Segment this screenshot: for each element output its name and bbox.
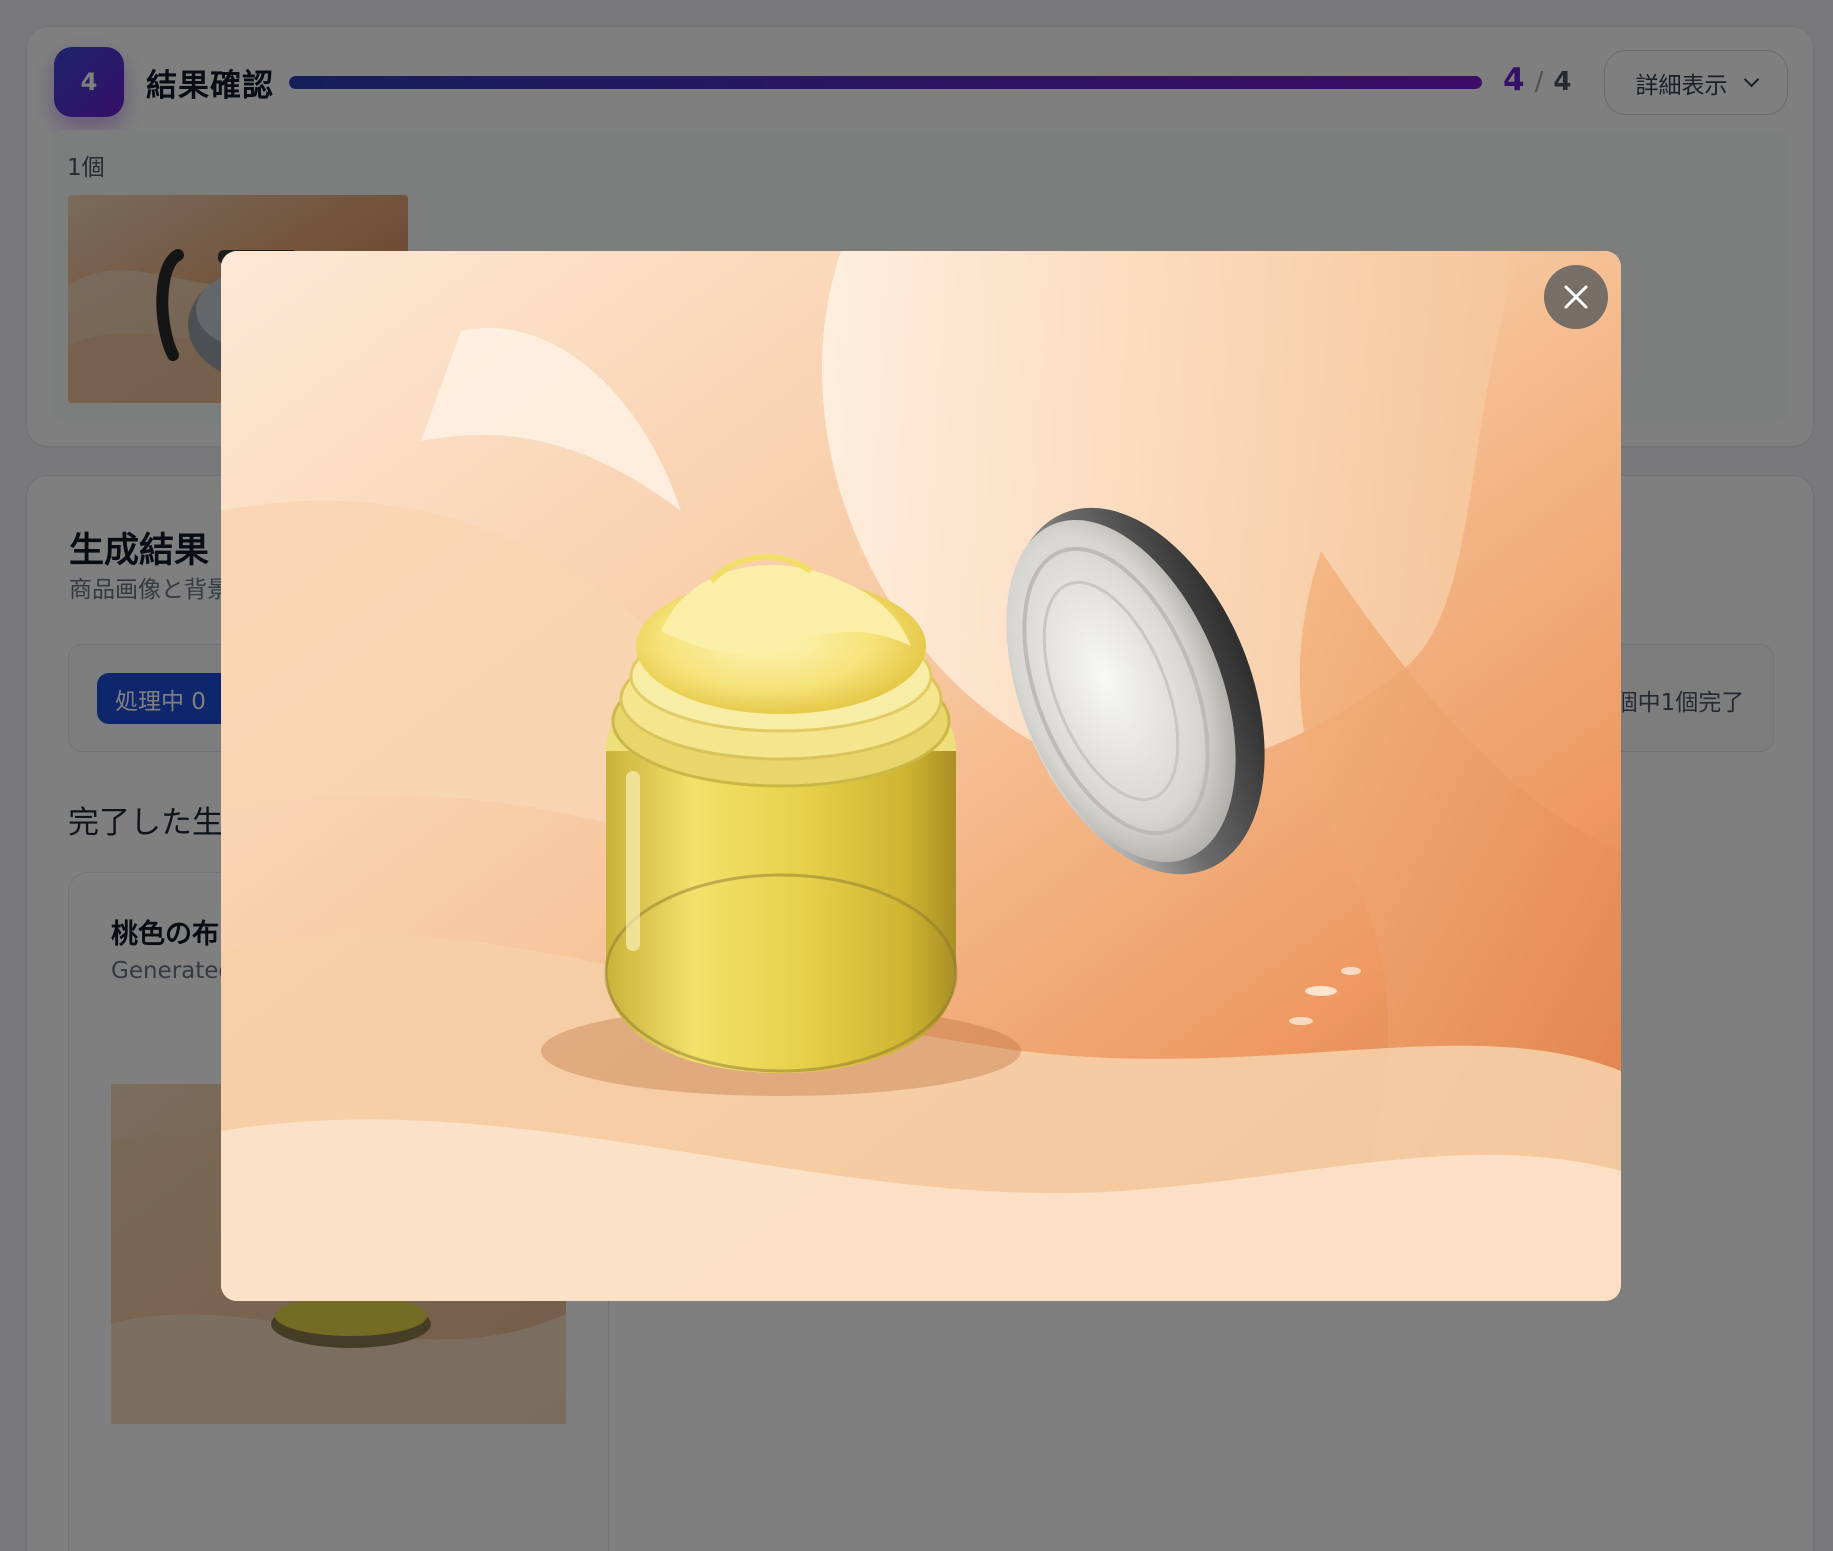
cream-jar-preview-image [221,251,1621,1301]
modal-close-button[interactable] [1544,265,1608,329]
image-preview-modal [221,251,1621,1301]
close-icon [1564,285,1588,309]
